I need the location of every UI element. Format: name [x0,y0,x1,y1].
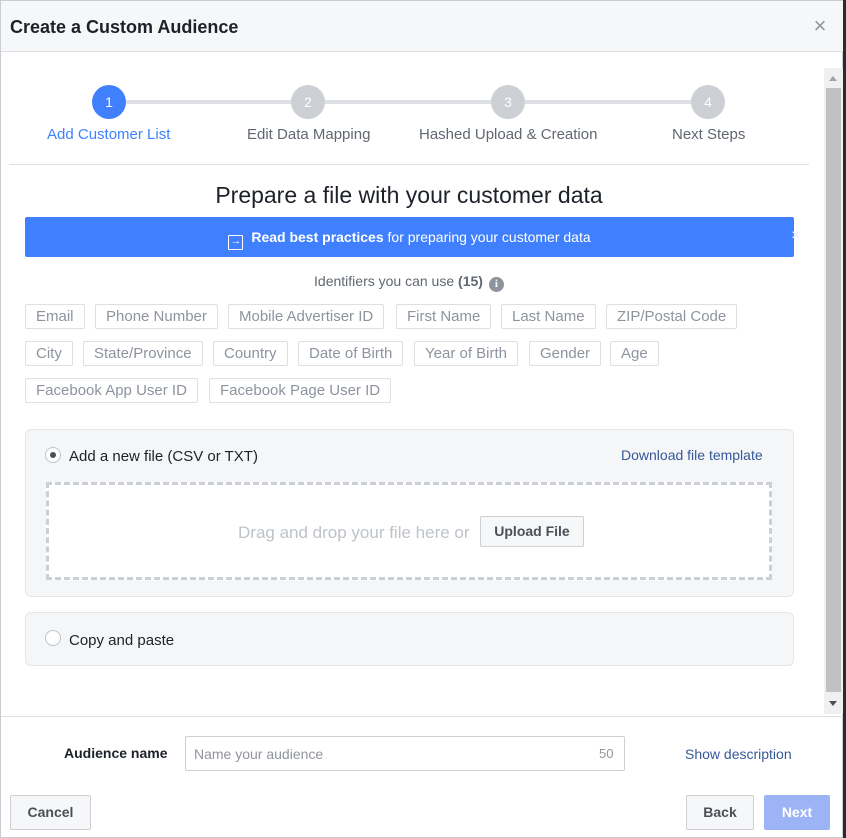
identifier-chip: Age [610,341,659,366]
identifier-chip: ZIP/Postal Code [606,304,738,329]
info-icon[interactable]: i [488,277,504,292]
step-connector [325,100,491,104]
identifier-chip: Mobile Advertiser ID [228,304,385,329]
next-button[interactable]: Next [764,795,830,830]
copy-paste-radio[interactable] [45,630,61,646]
dropzone-text: Drag and drop your file here or [238,523,470,542]
cancel-button[interactable]: Cancel [10,795,91,830]
identifier-chip: Facebook App User ID [25,378,198,403]
best-practices-banner[interactable]: → Read best practices for preparing your … [25,217,800,257]
file-dropzone[interactable]: Drag and drop your file here or Upload F… [46,482,772,580]
identifiers-count: (15) [458,273,483,289]
sign-in-icon: → [228,235,244,250]
audience-name-label: Audience name [64,745,168,761]
step-4-circle: 4 [691,85,725,119]
stepper-divider [9,164,809,165]
upload-file-option: Add a new file (CSV or TXT) Download fil… [25,429,794,597]
identifier-chip: Country [213,341,288,366]
step-connector [525,100,691,104]
step-connector [126,100,291,104]
step-3-label: Hashed Upload & Creation [419,126,598,143]
show-description-link[interactable]: Show description [685,746,792,762]
identifier-chip: Date of Birth [298,341,404,366]
back-button[interactable]: Back [686,795,754,830]
identifier-chip: Year of Birth [414,341,518,366]
identifier-chip: Email [25,304,85,329]
download-template-link[interactable]: Download file template [621,447,763,463]
identifiers-prefix: Identifiers you can use [314,273,459,289]
banner-text: → Read best practices for preparing your … [25,229,794,250]
banner-close-icon[interactable]: × [791,228,800,244]
dialog-title: Create a Custom Audience [10,17,239,37]
identifier-chip: City [25,341,73,366]
step-2-label: Edit Data Mapping [247,126,371,143]
scroll-down-arrow-icon[interactable] [824,694,843,714]
identifiers-heading: Identifiers you can use (15) i [1,273,817,292]
dialog-header: Create a Custom Audience × [1,1,844,52]
identifier-chip: Gender [529,341,602,366]
banner-rest: for preparing your customer data [383,229,591,245]
copy-paste-option: Copy and paste [25,612,794,666]
step-1-circle: 1 [92,85,126,119]
audience-name-char-count: 50 [599,746,614,761]
close-icon[interactable]: × [810,15,830,37]
step-1-label: Add Customer List [47,126,171,143]
identifier-chip: Phone Number [95,304,218,329]
identifier-chip: State/Province [83,341,203,366]
scroll-up-arrow-icon[interactable] [824,68,843,88]
upload-file-radio[interactable] [45,447,61,463]
copy-paste-label[interactable]: Copy and paste [69,632,174,649]
identifier-chip: Facebook Page User ID [209,378,392,403]
section-title: Prepare a file with your customer data [215,182,603,208]
custom-audience-dialog: Create a Custom Audience × 1 2 3 4 Add C… [0,0,844,838]
footer-divider [1,716,844,717]
step-3-circle: 3 [491,85,525,119]
content-scrollbar[interactable] [824,68,843,714]
scrollbar-thumb[interactable] [826,88,841,692]
upload-file-button[interactable]: Upload File [480,516,584,547]
identifier-chip: Last Name [501,304,596,329]
upload-file-label[interactable]: Add a new file (CSV or TXT) [69,448,258,465]
step-2-circle: 2 [291,85,325,119]
banner-link[interactable]: Read best practices [251,229,383,245]
identifier-chip: First Name [396,304,492,329]
step-4-label: Next Steps [672,126,746,143]
audience-name-input[interactable] [185,736,625,771]
